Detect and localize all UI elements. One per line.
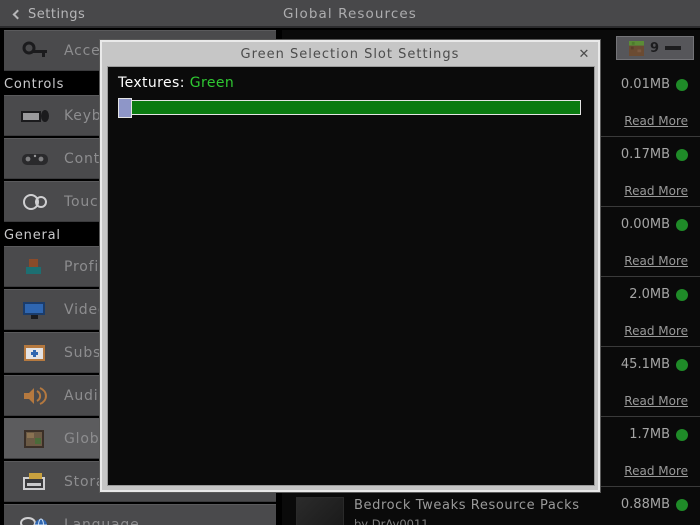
read-more-link[interactable]: Read More [624, 184, 688, 198]
pack-title: Bedrock Tweaks Resource Packs –… [354, 498, 584, 513]
settings-screen: Global Resources Settings AccessibilityC… [0, 0, 700, 525]
speaker-icon [18, 383, 52, 409]
gamepad-icon [18, 146, 52, 172]
textures-slider[interactable] [118, 98, 581, 118]
textures-setting-row: Textures: Green [118, 75, 584, 91]
active-packs-count: 9 [649, 40, 660, 56]
back-button-label: Settings [28, 6, 86, 22]
pack-status-dot [676, 79, 688, 91]
pack-author: by DrAv0011 [354, 517, 429, 525]
read-more-link[interactable]: Read More [624, 324, 688, 338]
minus-icon[interactable] [665, 46, 682, 50]
sidebar-item-language[interactable]: Language [4, 504, 276, 525]
folder-icon [18, 469, 52, 495]
dialog-title-bar: Green Selection Slot Settings ✕ [102, 42, 598, 66]
pack-size: 2.0MB [629, 287, 670, 302]
pack-size: 45.1MB [620, 357, 670, 372]
slider-track[interactable] [124, 100, 581, 115]
pack-status-dot [676, 359, 688, 371]
pack-status-dot [676, 429, 688, 441]
pack-status-dot [676, 149, 688, 161]
pack-size: 0.01MB [620, 77, 670, 92]
pack-status-dot [676, 499, 688, 511]
sidebar-item-label: Language [64, 516, 140, 525]
slider-fill [125, 101, 580, 114]
close-icon[interactable]: ✕ [574, 44, 594, 64]
pack-size: 0.00MB [620, 217, 670, 232]
pack-size: 1.7MB [629, 427, 670, 442]
active-packs-header[interactable]: 9 [616, 36, 694, 60]
page-title: Global Resources [283, 6, 417, 22]
read-more-link[interactable]: Read More [624, 254, 688, 268]
pack-thumbnail [296, 497, 344, 525]
profile-icon [18, 254, 52, 280]
slider-handle[interactable] [118, 98, 132, 118]
pack-icon [18, 426, 52, 452]
pack-status-dot [676, 219, 688, 231]
slot-settings-dialog: Green Selection Slot Settings ✕ Textures… [100, 40, 600, 492]
dialog-title: Green Selection Slot Settings [240, 46, 460, 62]
monitor-icon [18, 297, 52, 323]
subscription-icon [18, 340, 52, 366]
textures-label: Textures: [118, 75, 185, 91]
dialog-body: Textures: Green [107, 66, 595, 486]
key-icon [18, 38, 52, 64]
grass-block-icon [628, 40, 644, 56]
chevron-left-icon [12, 9, 23, 19]
pack-size: 0.88MB [620, 497, 670, 512]
read-more-link[interactable]: Read More [624, 114, 688, 128]
back-button[interactable]: Settings [8, 0, 91, 28]
pack-size: 0.17MB [620, 147, 670, 162]
pack-status-dot [676, 289, 688, 301]
read-more-link[interactable]: Read More [624, 394, 688, 408]
resource-pack-row[interactable]: Bedrock Tweaks Resource Packs –… by DrAv0… [282, 487, 700, 525]
read-more-link[interactable]: Read More [624, 464, 688, 478]
touch-icon [18, 189, 52, 215]
language-icon [18, 512, 52, 525]
keyboard-icon [18, 103, 52, 129]
top-bar: Global Resources Settings [0, 0, 700, 28]
textures-value: Green [189, 75, 235, 91]
